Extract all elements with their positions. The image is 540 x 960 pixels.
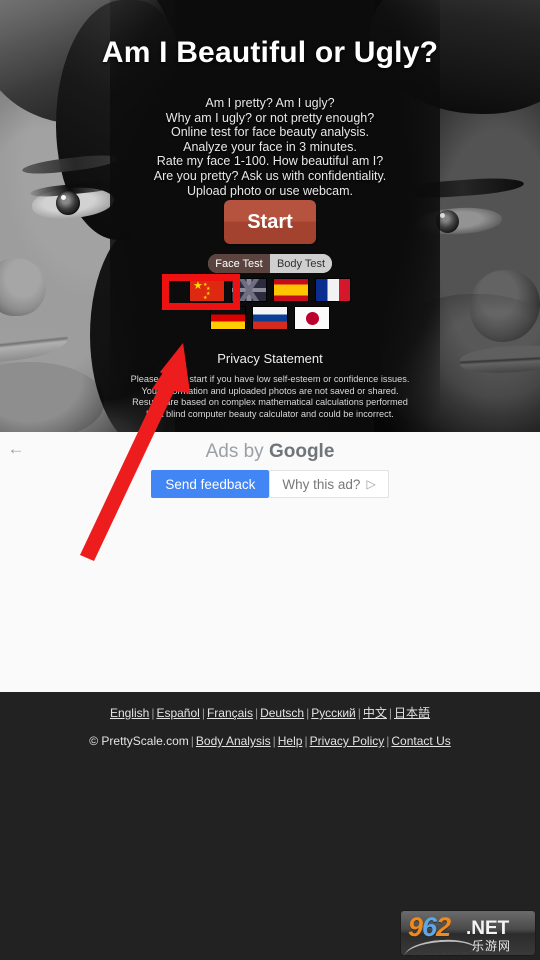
copyright-text: © PrettyScale.com xyxy=(89,734,189,748)
page-root: Am I Beautiful or Ugly? Am I pretty? Am … xyxy=(0,0,540,960)
ads-by-google-label: Ads by Google xyxy=(0,441,540,463)
tagline: Am I pretty? Am I ugly? xyxy=(205,96,335,110)
tagline: Upload photo or use webcam. xyxy=(186,183,354,198)
watermark-digits: 962 xyxy=(408,912,451,943)
privacy-line: Results are based on complex mathematica… xyxy=(132,397,408,408)
hero-content: Am I Beautiful or Ugly? Am I pretty? Am … xyxy=(0,0,540,432)
ad-action-buttons: Send feedback Why this ad? ▷ xyxy=(0,470,540,498)
language-flag-selector: ★ ★ ★ ★ ★ xyxy=(0,278,540,334)
tagline: Rate my face 1-100. How beautiful am I? xyxy=(156,154,384,169)
flag-germany-icon[interactable] xyxy=(210,306,246,330)
flag-spain-icon[interactable] xyxy=(273,278,309,302)
separator: | xyxy=(272,734,276,748)
hero-section: Am I Beautiful or Ugly? Am I pretty? Am … xyxy=(0,0,540,432)
footer-link-english[interactable]: English xyxy=(110,706,149,720)
footer-link-contact-us[interactable]: Contact Us xyxy=(391,734,450,748)
flag-china-icon[interactable]: ★ ★ ★ ★ ★ xyxy=(189,278,225,302)
page-title: Am I Beautiful or Ugly? xyxy=(101,36,439,69)
flag-france-icon[interactable] xyxy=(315,278,351,302)
watermark-digit-2: 2 xyxy=(436,912,451,942)
footer-link-russian[interactable]: Русский xyxy=(311,706,356,720)
privacy-statement-body: Please do not start if you have low self… xyxy=(0,374,540,420)
flag-japan-icon[interactable] xyxy=(294,306,330,330)
watermark-962-net: 962 .NET 乐游网 xyxy=(400,910,536,956)
footer-link-japanese[interactable]: 日本語 xyxy=(394,706,430,720)
google-brand: Google xyxy=(268,441,335,462)
footer-link-chinese[interactable]: 中文 xyxy=(363,706,387,720)
flag-russia-icon[interactable] xyxy=(252,306,288,330)
footer-link-francais[interactable]: Français xyxy=(207,706,253,720)
why-this-ad-label: Why this ad? xyxy=(282,476,361,492)
tagline: Online test for face beauty analysis. xyxy=(170,125,370,140)
footer-site-links: © PrettyScale.com | Body Analysis | Help | Pri… xyxy=(0,721,540,748)
footer-link-espanol[interactable]: Español xyxy=(156,706,199,720)
footer-link-deutsch[interactable]: Deutsch xyxy=(260,706,304,720)
watermark-inner: 962 .NET 乐游网 xyxy=(400,910,536,956)
footer-link-help[interactable]: Help xyxy=(278,734,303,748)
tagline-list: Am I pretty? Am I ugly? Why am I ugly? o… xyxy=(0,96,540,198)
tagline: Are you pretty? Ask us with confidential… xyxy=(153,168,387,183)
flag-united-kingdom-icon[interactable] xyxy=(231,278,267,302)
privacy-statement-heading: Privacy Statement xyxy=(217,351,323,366)
send-feedback-button[interactable]: Send feedback xyxy=(151,470,270,498)
footer-link-privacy-policy[interactable]: Privacy Policy xyxy=(310,734,385,748)
footer-language-links: English | Español | Français | Deutsch | Русский… xyxy=(0,692,540,721)
ads-by-prefix: Ads by xyxy=(205,441,269,462)
separator: | xyxy=(201,706,205,720)
privacy-line: Please do not start if you have low self… xyxy=(130,374,410,384)
watermark-digit-6: 6 xyxy=(422,912,437,942)
play-triangle-icon: ▷ xyxy=(366,477,376,491)
tab-face-test[interactable]: Face Test xyxy=(208,254,270,273)
tagline: Why am I ugly? or not pretty enough? xyxy=(165,110,375,125)
privacy-line: by a blind computer beauty calculator an… xyxy=(146,408,394,419)
start-button[interactable]: Start xyxy=(224,200,316,244)
tab-body-test[interactable]: Body Test xyxy=(270,254,332,273)
separator: | xyxy=(388,706,393,720)
separator: | xyxy=(304,734,308,748)
watermark-digit-9: 9 xyxy=(408,912,423,942)
flag-row-2 xyxy=(0,306,540,330)
separator: | xyxy=(190,734,194,748)
why-this-ad-button[interactable]: Why this ad? ▷ xyxy=(269,470,389,498)
test-type-tabs: Face Test Body Test xyxy=(208,254,332,273)
footer-link-body-analysis[interactable]: Body Analysis xyxy=(196,734,271,748)
tagline: Analyze your face in 3 minutes. xyxy=(183,139,357,154)
separator: | xyxy=(357,706,361,720)
flag-row-1: ★ ★ ★ ★ ★ xyxy=(0,278,540,302)
separator: | xyxy=(254,706,259,720)
privacy-line: Your information and uploaded photos are… xyxy=(141,385,399,396)
